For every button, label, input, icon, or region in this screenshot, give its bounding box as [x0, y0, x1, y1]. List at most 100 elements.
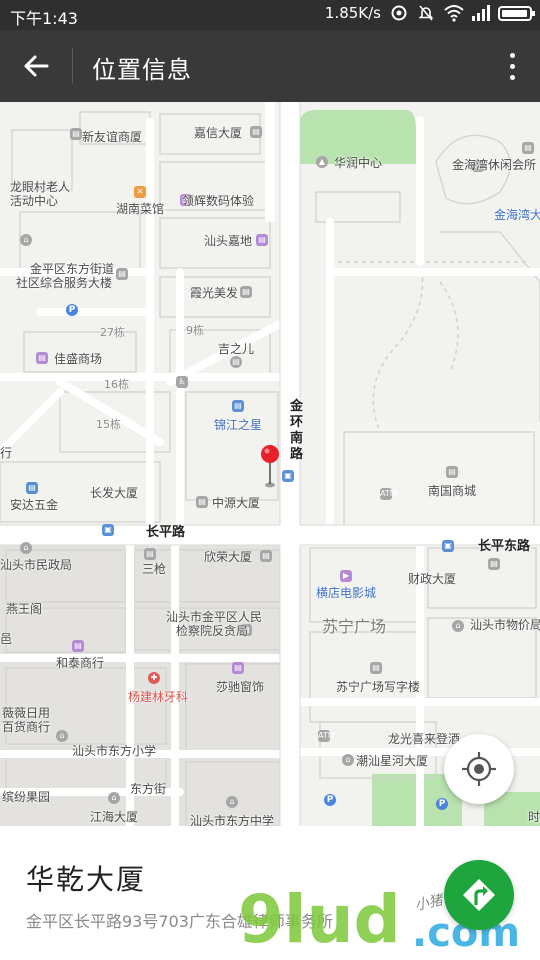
- road-label: 南: [290, 431, 304, 446]
- map-label: 时: [528, 810, 540, 824]
- place-name: 华乾大厦: [26, 863, 147, 896]
- building-icon: ▤: [446, 466, 458, 478]
- map-label: 欣荣大厦: [204, 550, 253, 564]
- map-label: 9栋: [186, 324, 204, 337]
- restaurant-icon: ✕: [134, 186, 146, 198]
- clinic-icon: ✚: [148, 672, 160, 684]
- map-view[interactable]: ▤ ▤ ▲ ▤ ◎ ✕ ▤ ▤ ⌂ ▤ P ▤ ▤ ♿ ▤ ▤ ▤ ▤ ATM …: [0, 102, 540, 826]
- map-label: 湖南菜馆: [116, 202, 165, 216]
- map-label: 汕头嘉地: [204, 234, 253, 248]
- parking-icon: P: [436, 798, 448, 810]
- map-label: 莎驰窗饰: [216, 680, 265, 694]
- map-label: 吉之儿: [218, 342, 255, 356]
- map-label: 薇薇日用: [2, 706, 51, 720]
- battery-icon: [498, 5, 535, 21]
- map-label: 16栋: [104, 378, 129, 391]
- map-label: 金海湾休闲会所: [452, 158, 537, 172]
- map-label: 东方街: [130, 782, 167, 796]
- building-icon: ▤: [370, 662, 382, 674]
- hotel-icon: ▤: [26, 482, 38, 494]
- map-label: 霞光美发: [190, 286, 239, 300]
- map-label: 领辉数码体验: [182, 194, 255, 208]
- shop-icon: ▤: [36, 352, 48, 364]
- map-label: 和泰商行: [56, 656, 105, 670]
- status-bar: 下午1:43 1.85K/s: [0, 0, 540, 30]
- map-label: 行: [0, 446, 13, 460]
- building-icon: ▲: [316, 156, 328, 168]
- status-icons: 1.85K/s: [325, 4, 535, 22]
- back-button[interactable]: [12, 42, 60, 90]
- road-label: 环: [290, 415, 304, 430]
- map-label: 15栋: [96, 418, 121, 431]
- map-label: 金平区东方街道: [30, 262, 115, 276]
- status-time: 下午1:43: [10, 9, 78, 28]
- map-label: 潮汕星河大厦: [356, 754, 429, 768]
- map-label: 汕头市东方中学: [190, 814, 275, 826]
- bus-stop-icon: ▣: [102, 524, 114, 536]
- map-label: 龙光喜来登酒: [388, 732, 461, 746]
- bus-stop-icon: ▣: [282, 470, 294, 482]
- hotel-icon: ▤: [232, 400, 244, 412]
- app-bar-divider: [72, 48, 73, 84]
- map-label: 活动中心: [10, 194, 59, 208]
- shop-icon: ▤: [256, 234, 268, 246]
- community-icon: ⌂: [56, 730, 68, 742]
- map-label: 金海湾大: [494, 208, 540, 222]
- map-label: 横店电影城: [316, 586, 377, 600]
- map-label: 缤纷果园: [2, 790, 51, 804]
- community-icon: ⌂: [342, 754, 354, 766]
- map-label: 百货商行: [2, 720, 51, 734]
- road-label: 长平路: [146, 525, 186, 540]
- map-label: 汕头市民政局: [0, 558, 73, 572]
- map-label: 燕王阁: [6, 602, 43, 616]
- bank-icon: ATM: [380, 488, 397, 500]
- map-label: 三枪: [142, 562, 167, 576]
- map-label: 苏宁广场: [322, 617, 387, 636]
- building-icon: ▤: [522, 142, 534, 154]
- map-label: 江海大厦: [90, 810, 139, 824]
- road-label: 路: [290, 447, 304, 462]
- map-label: 南国商城: [428, 484, 477, 498]
- community-icon: ⌂: [108, 792, 120, 804]
- bank-icon: ATM: [318, 730, 335, 742]
- building-icon: ▤: [488, 558, 500, 570]
- more-vertical-icon: [509, 52, 515, 58]
- map-pin-icon[interactable]: [260, 444, 280, 488]
- restroom-icon: ♿: [176, 376, 188, 388]
- parking-icon: P: [324, 794, 336, 806]
- shop-icon: ▤: [232, 662, 244, 674]
- map-label: 27栋: [100, 326, 125, 339]
- page-title: 位置信息: [92, 56, 192, 84]
- signal-icon: [471, 4, 490, 22]
- map-label: 汕头市金平区人民: [166, 610, 263, 624]
- map-label: 佳盛商场: [54, 352, 103, 366]
- map-label: 杨建林牙科: [128, 690, 189, 704]
- map-label: 长发大厦: [90, 486, 139, 500]
- more-options-button[interactable]: [500, 46, 524, 86]
- cinema-icon: ▶: [340, 570, 352, 582]
- community-icon: ⌂: [452, 620, 464, 632]
- community-icon: ⌂: [20, 234, 32, 246]
- map-label: 嘉信大厦: [194, 126, 243, 140]
- map-label: 中源大厦: [212, 496, 261, 510]
- map-label: 安达五金: [10, 498, 59, 512]
- map-label: 新友谊商厦: [82, 130, 143, 144]
- building-icon: ▤: [196, 496, 208, 508]
- bus-stop-icon: ▣: [442, 540, 454, 552]
- locate-button[interactable]: [444, 734, 514, 804]
- watermark-main: 9lud: [238, 881, 401, 956]
- building-icon: ▤: [240, 286, 252, 298]
- navigate-button[interactable]: [444, 860, 514, 930]
- road-label: 金: [290, 399, 304, 414]
- map-label: 财政大厦: [408, 572, 457, 586]
- battery-fill: [502, 9, 527, 17]
- app-bar: 位置信息: [0, 30, 540, 102]
- wifi-icon: [444, 4, 464, 22]
- building-icon: ▤: [230, 356, 242, 368]
- map-label: 锦江之星: [214, 418, 263, 432]
- community-icon: ⌂: [226, 796, 238, 808]
- building-icon: ▤: [116, 268, 128, 280]
- map-label: 苏宁广场写字楼: [336, 680, 421, 694]
- map-label: 龙眼村老人: [10, 180, 71, 194]
- map-label: 汕头市东方小学: [72, 744, 157, 758]
